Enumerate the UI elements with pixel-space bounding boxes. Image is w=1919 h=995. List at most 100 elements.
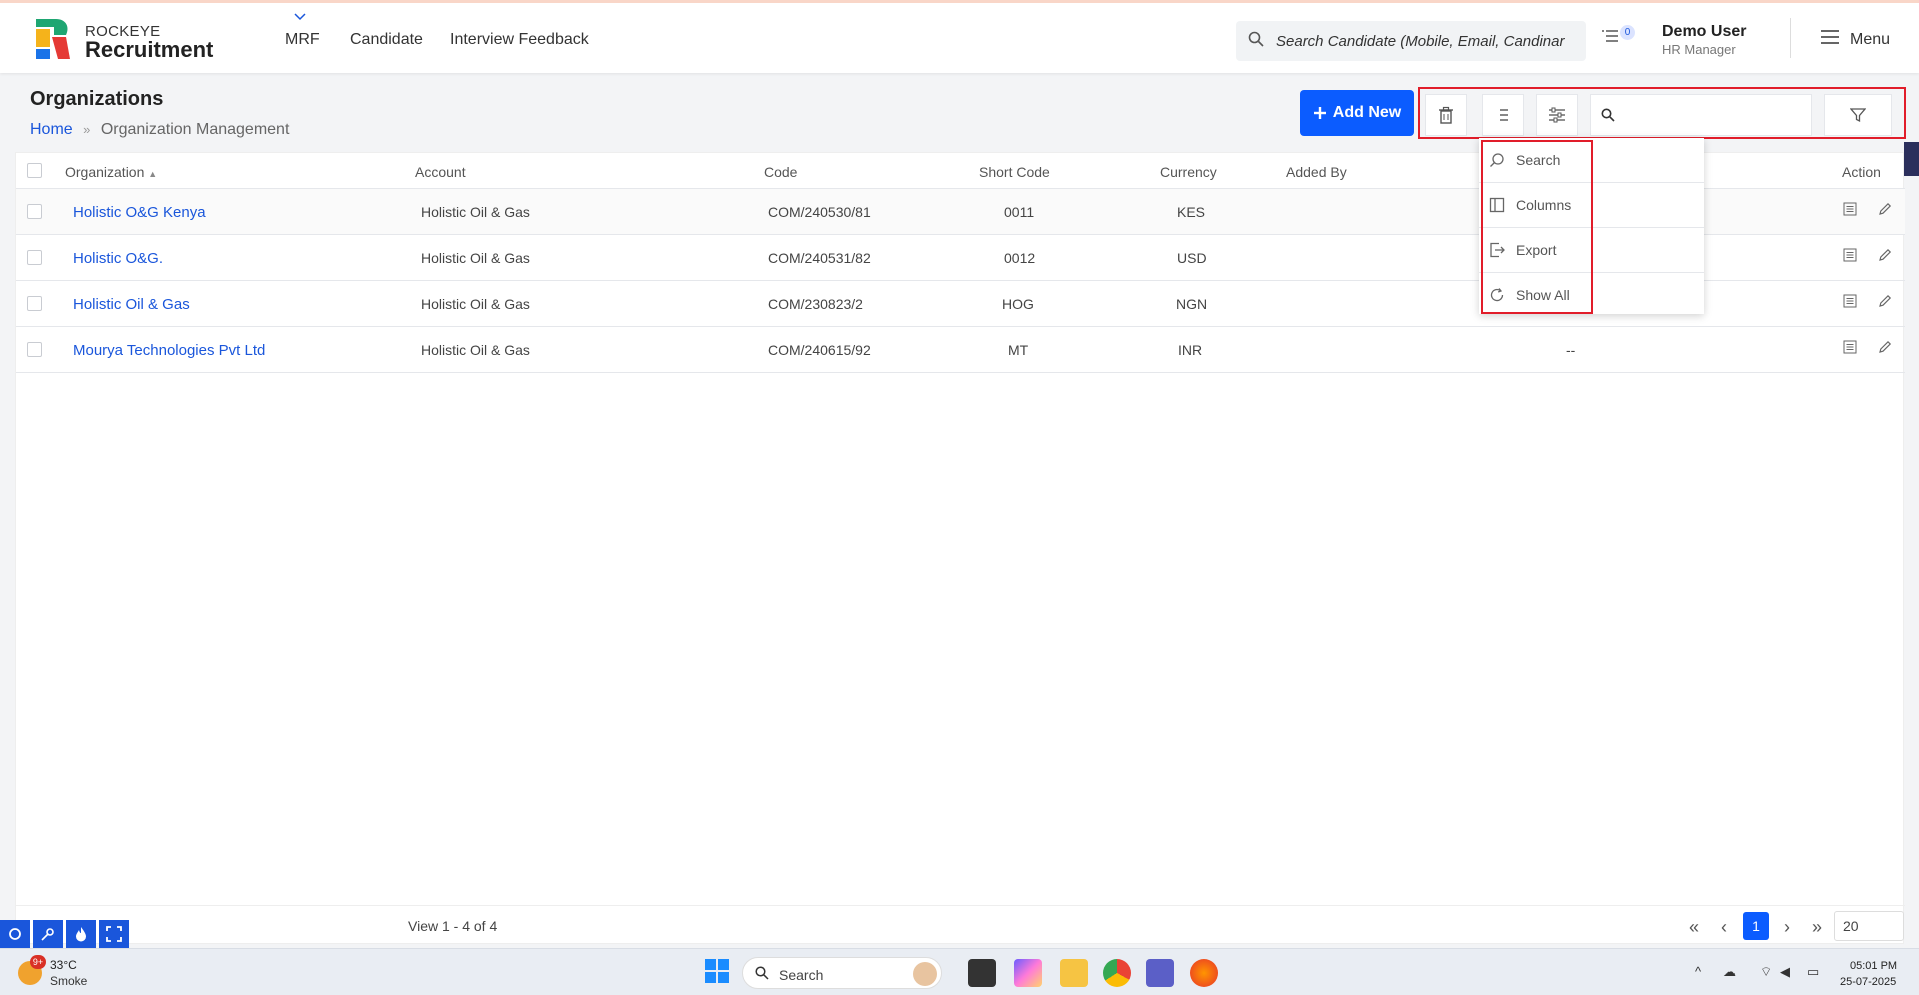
organization-link[interactable]: Mourya Technologies Pvt Ltd (73, 342, 265, 359)
account-cell: Holistic Oil & Gas (421, 204, 530, 220)
nav-interview-feedback[interactable]: Interview Feedback (450, 31, 589, 49)
dropdown-highlight (1481, 140, 1593, 314)
short-code-cell: HOG (1002, 296, 1034, 312)
top-navbar: ROCKEYE Recruitment MRF Candidate Interv… (0, 0, 1919, 73)
column-header-added-by[interactable]: Added By (1286, 164, 1347, 180)
key-icon[interactable] (33, 920, 63, 948)
windows-start-icon[interactable] (704, 958, 732, 986)
recycle-icon[interactable] (0, 920, 30, 948)
chrome-icon[interactable] (1103, 959, 1131, 987)
row-checkbox[interactable] (27, 250, 42, 265)
add-new-label: Add New (1332, 104, 1402, 121)
last-page-button[interactable]: » (1806, 913, 1828, 941)
os-search-label: Search (779, 967, 824, 983)
rockeye-logo[interactable] (32, 17, 72, 61)
account-cell: Holistic Oil & Gas (421, 250, 530, 266)
table-footer-divider (16, 905, 1905, 906)
view-details-icon[interactable] (1843, 294, 1857, 313)
column-header-currency[interactable]: Currency (1160, 164, 1217, 180)
firefox-icon[interactable] (1190, 959, 1218, 987)
wifi-icon[interactable]: ⌔ (1760, 964, 1772, 980)
column-header-organization[interactable]: Organization ▲ (65, 164, 157, 180)
clock-time[interactable]: 05:01 PM (1850, 960, 1897, 972)
currency-cell: INR (1178, 342, 1203, 358)
column-header-account[interactable]: Account (415, 164, 466, 180)
add-new-button[interactable]: Add New (1300, 90, 1414, 136)
os-taskbar: 9+ 33°C Smoke Search ^ ☁ ⌔ ◀ ▭ 05:01 PM … (0, 948, 1919, 995)
currency-cell: USD (1177, 250, 1207, 266)
organization-link[interactable]: Holistic O&G. (73, 250, 163, 267)
volume-icon[interactable]: ◀ (1780, 964, 1790, 980)
copilot-icon[interactable] (1014, 959, 1042, 987)
breadcrumb-separator-icon: » (83, 122, 91, 137)
global-search[interactable] (1236, 21, 1586, 61)
edit-icon[interactable] (1878, 248, 1892, 267)
edit-icon[interactable] (1878, 294, 1892, 313)
view-details-icon[interactable] (1843, 340, 1857, 359)
short-code-cell: 0012 (1004, 250, 1036, 266)
menu-button[interactable]: Menu (1820, 29, 1890, 51)
view-count-text: View 1 - 4 of 4 (408, 918, 498, 934)
organization-link[interactable]: Holistic Oil & Gas (73, 296, 190, 313)
first-page-button[interactable]: « (1683, 913, 1705, 941)
hamburger-icon (1821, 30, 1839, 44)
breadcrumb: Home » Organization Management (30, 121, 289, 139)
row-checkbox[interactable] (27, 204, 42, 219)
edit-icon[interactable] (1878, 202, 1892, 221)
expand-icon[interactable] (99, 920, 129, 948)
chevron-down-icon[interactable] (293, 11, 307, 25)
search-icon (1248, 31, 1264, 52)
fire-icon[interactable] (66, 920, 96, 948)
view-details-icon[interactable] (1843, 202, 1857, 221)
task-list-icon (1602, 30, 1618, 42)
user-role: HR Manager (1662, 42, 1736, 57)
weather-badge: 9+ (30, 955, 46, 969)
next-page-button[interactable]: › (1776, 913, 1798, 941)
notification-badge: 0 (1620, 25, 1635, 40)
row-checkbox[interactable] (27, 296, 42, 311)
teams-icon[interactable] (1146, 959, 1174, 987)
view-details-icon[interactable] (1843, 248, 1857, 267)
column-header-action: Action (1842, 164, 1881, 180)
added-by-cell: -- (1566, 342, 1576, 358)
os-search-box[interactable]: Search (742, 957, 942, 989)
organization-link[interactable]: Holistic O&G Kenya (73, 204, 206, 221)
breadcrumb-home[interactable]: Home (30, 121, 73, 138)
short-code-cell: MT (1008, 342, 1029, 358)
prev-page-button[interactable]: ‹ (1713, 913, 1735, 941)
battery-icon[interactable]: ▭ (1807, 964, 1819, 980)
file-explorer-icon[interactable] (1060, 959, 1088, 987)
toolbar-highlight (1418, 87, 1906, 139)
floating-tools (0, 920, 129, 948)
task-view-icon[interactable] (968, 959, 996, 987)
currency-cell: KES (1177, 204, 1206, 220)
currency-cell: NGN (1176, 296, 1208, 312)
clock-date[interactable]: 25-07-2025 (1840, 976, 1896, 988)
notifications-button[interactable]: 0 (1600, 25, 1635, 51)
page-size-select[interactable]: 20 (1834, 911, 1904, 941)
row-checkbox[interactable] (27, 342, 42, 357)
user-name[interactable]: Demo User (1662, 23, 1746, 41)
column-header-code[interactable]: Code (764, 164, 797, 180)
side-panel-tab[interactable] (1904, 142, 1919, 176)
select-all-checkbox[interactable] (27, 163, 42, 178)
page-title: Organizations (30, 88, 164, 110)
header-divider (1790, 18, 1791, 58)
cloud-icon[interactable]: ☁ (1723, 964, 1736, 980)
nav-candidate[interactable]: Candidate (350, 31, 423, 49)
breadcrumb-current: Organization Management (100, 121, 290, 138)
account-cell: Holistic Oil & Gas (421, 296, 530, 312)
edit-icon[interactable] (1878, 340, 1892, 359)
weather-desc: Smoke (50, 974, 88, 988)
nav-mrf[interactable]: MRF (285, 31, 320, 49)
search-icon (755, 966, 769, 980)
sort-icon: ▲ (148, 169, 158, 179)
current-page-button[interactable]: 1 (1743, 912, 1769, 940)
code-cell: COM/240531/82 (768, 250, 871, 266)
table-row: Mourya Technologies Pvt Ltd Holistic Oil… (16, 327, 1905, 373)
code-cell: COM/240615/92 (768, 342, 871, 358)
chevron-up-icon[interactable]: ^ (1695, 964, 1701, 979)
column-header-short-code[interactable]: Short Code (979, 164, 1050, 180)
brand-title: Recruitment (85, 37, 214, 62)
global-search-input[interactable] (1276, 29, 1576, 53)
